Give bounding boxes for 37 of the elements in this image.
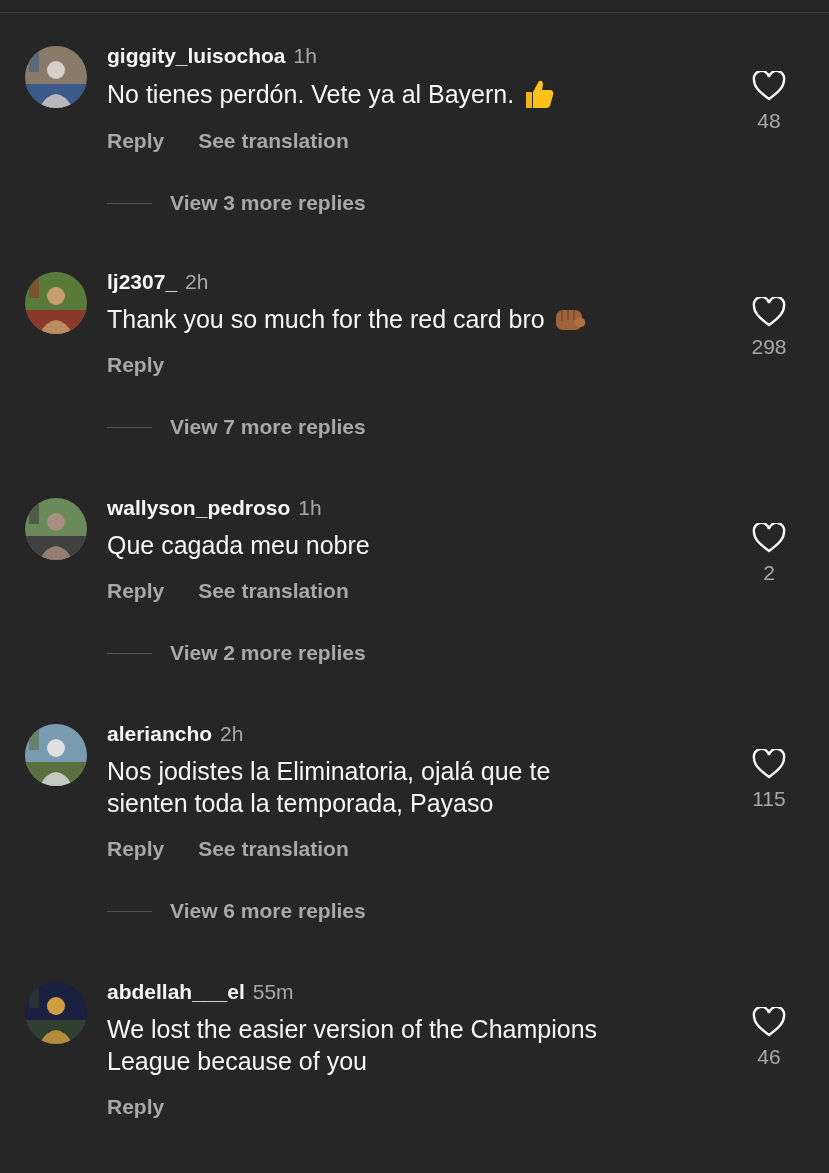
timestamp: 55m — [252, 979, 294, 1005]
like-button[interactable] — [752, 71, 786, 101]
username[interactable]: wallyson_pedroso — [107, 493, 291, 523]
comment-text: Nos jodistes la Eliminatoria, ojalá que te sienten toda la temporada, Payaso — [107, 756, 551, 819]
username[interactable]: aleriancho — [107, 719, 213, 749]
like-button[interactable] — [752, 297, 786, 327]
reply-button[interactable]: Reply — [107, 1092, 165, 1122]
like-count: 2 — [763, 561, 775, 585]
like-count: 48 — [757, 109, 781, 133]
timestamp: 1h — [298, 495, 322, 521]
timestamp: 1h — [293, 43, 317, 69]
username[interactable]: lj2307_ — [107, 267, 178, 297]
username[interactable]: abdellah___el — [107, 977, 245, 1007]
timestamp: 2h — [220, 721, 244, 747]
like-button[interactable] — [752, 749, 786, 779]
like-count: 298 — [751, 335, 787, 359]
username[interactable]: giggity_luisochoa — [107, 41, 286, 71]
comment-text: No tienes perdón. Vete ya al Bayern. — [107, 79, 515, 110]
translation-link[interactable]: See translation — [198, 576, 349, 606]
view-replies-link[interactable]: View 2 more replies — [170, 641, 366, 665]
view-replies-link[interactable]: View 3 more replies — [170, 191, 366, 215]
reply-button[interactable]: Reply — [107, 126, 165, 156]
view-replies-link[interactable]: View 7 more replies — [170, 415, 366, 439]
reply-button[interactable]: Reply — [107, 576, 165, 606]
like-count: 115 — [752, 787, 786, 811]
timestamp: 2h — [185, 269, 209, 295]
comment-text: Thank you so much for the red card bro — [107, 304, 545, 335]
comment-text: Que cagada meu nobre — [107, 530, 370, 561]
reply-button[interactable]: Reply — [107, 834, 165, 864]
like-button[interactable] — [752, 1007, 786, 1037]
translation-link[interactable]: See translation — [198, 126, 349, 156]
view-replies-link[interactable]: View 6 more replies — [170, 899, 366, 923]
translation-link[interactable]: See translation — [198, 834, 349, 864]
comment-text: We lost the easier version of the Champions League because of you — [107, 1014, 598, 1077]
like-count: 46 — [757, 1045, 781, 1069]
like-button[interactable] — [752, 523, 786, 553]
reply-button[interactable]: Reply — [107, 350, 165, 380]
